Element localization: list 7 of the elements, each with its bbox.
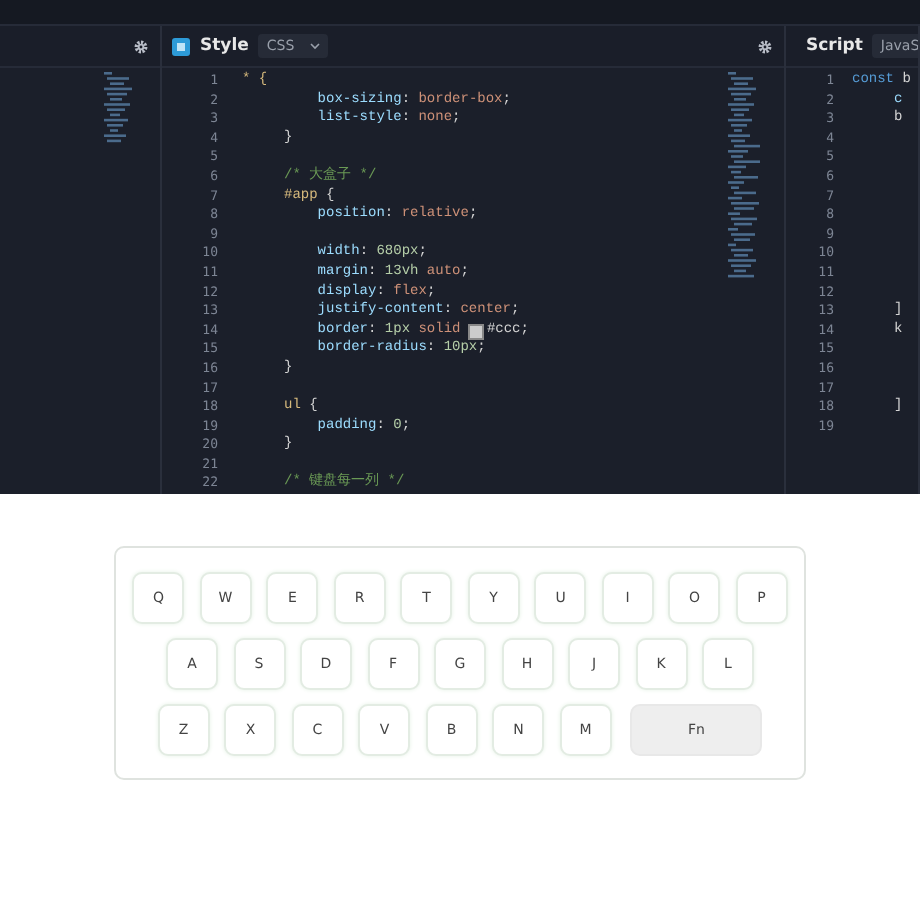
settings-icon[interactable] bbox=[134, 39, 148, 53]
caret-icon bbox=[310, 42, 321, 50]
minimap-drawing bbox=[104, 72, 136, 145]
panel-title: Style bbox=[200, 36, 249, 56]
panel-title: Script bbox=[806, 36, 863, 56]
css-icon bbox=[172, 37, 190, 55]
settings-icon[interactable] bbox=[758, 39, 772, 53]
